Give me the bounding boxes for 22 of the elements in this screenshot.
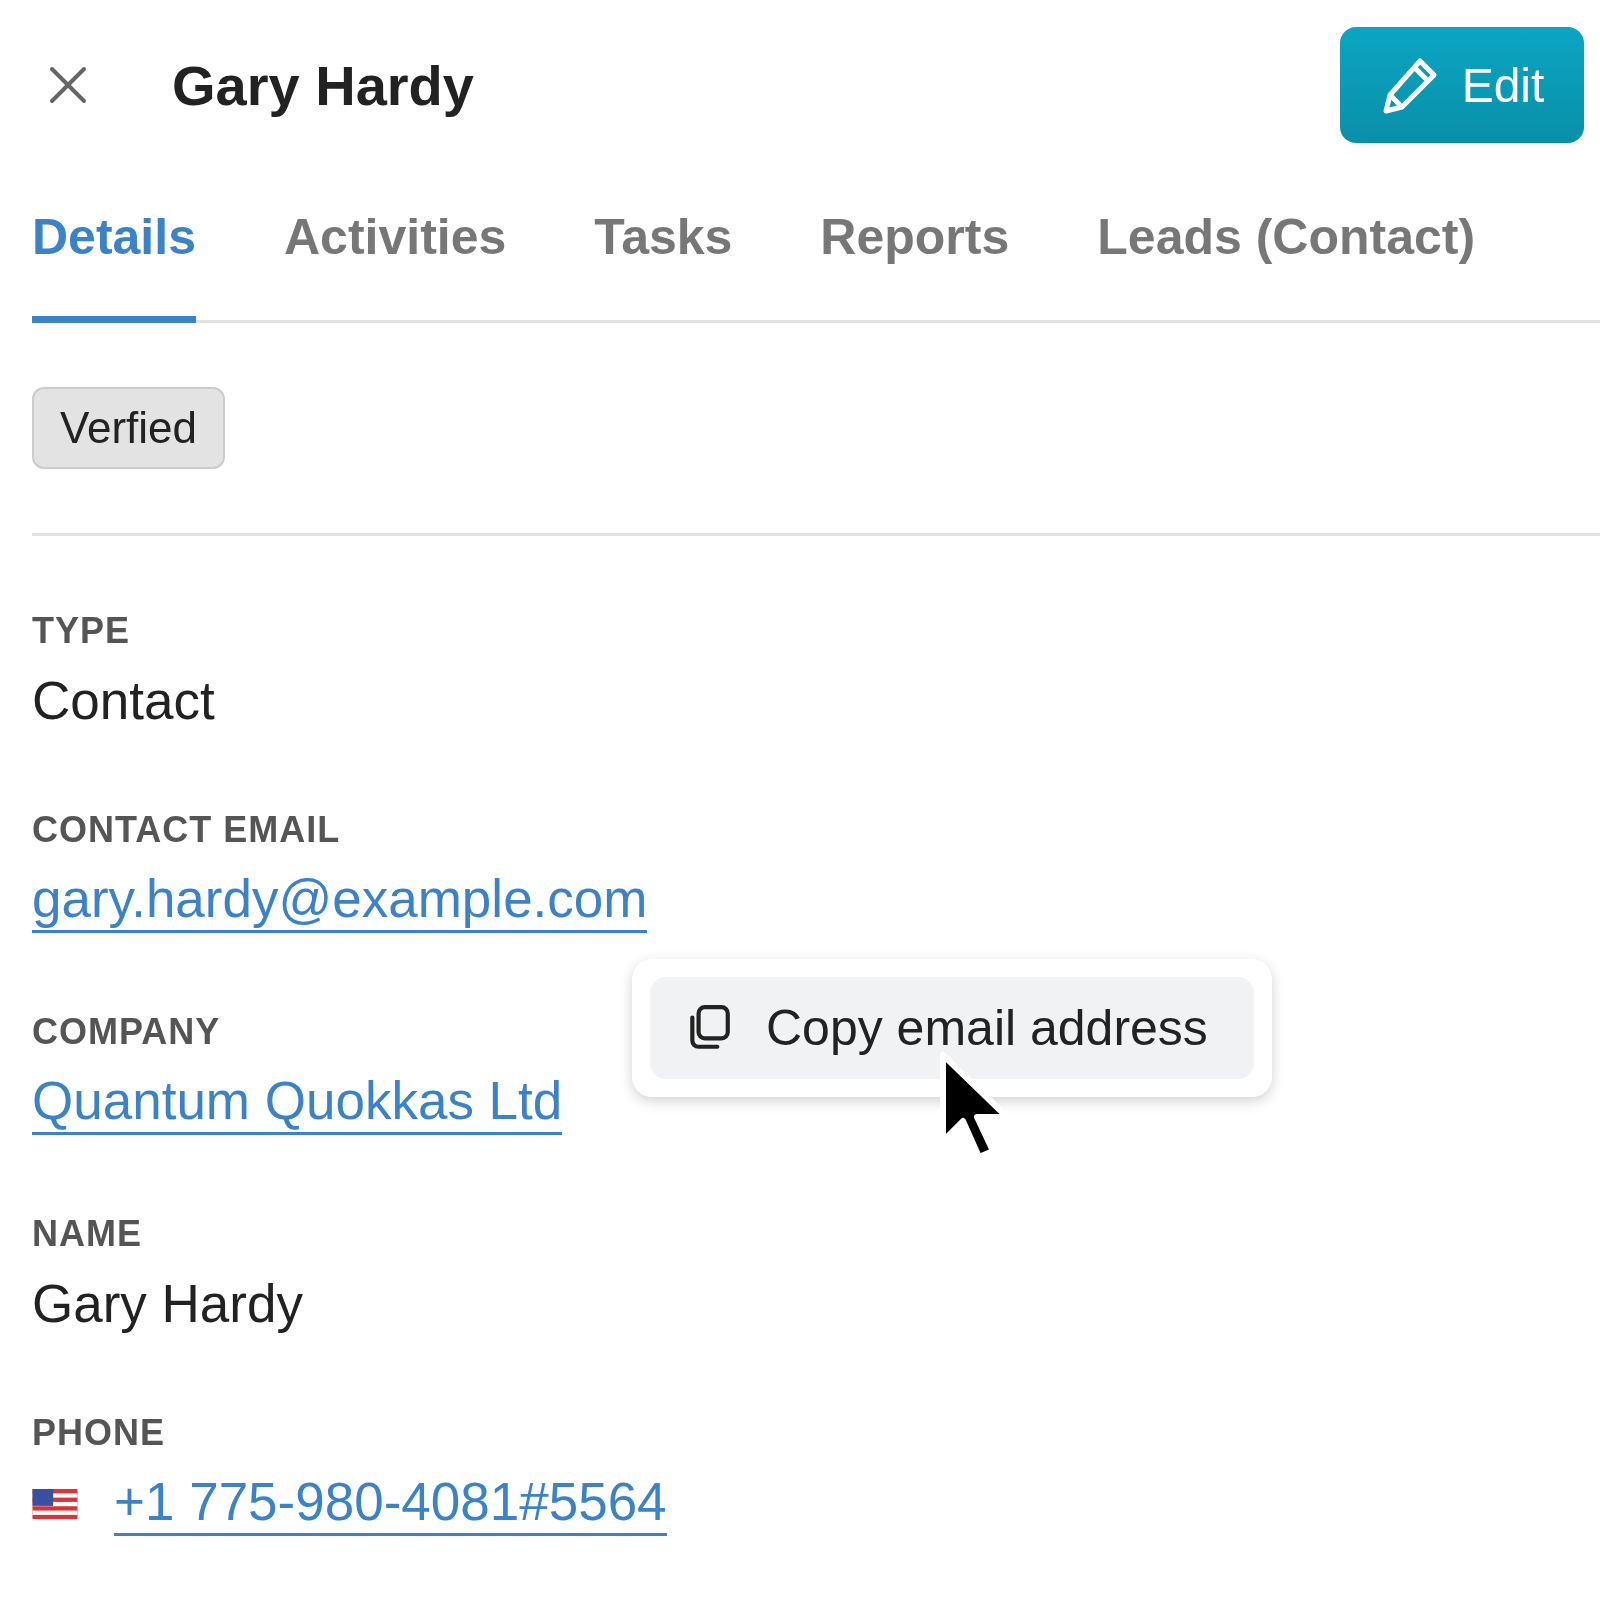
- field-label: CONTACT EMAIL: [32, 809, 341, 851]
- edit-button[interactable]: Edit: [1340, 27, 1584, 143]
- field-label: NAME: [32, 1212, 142, 1255]
- phone-link[interactable]: +1 775-980-4081#5564: [114, 1471, 667, 1536]
- verified-badge: Verfied: [32, 387, 225, 469]
- flag-icon: [32, 1488, 78, 1519]
- field-label: PHONE: [32, 1411, 166, 1454]
- tab[interactable]: Activities: [283, 170, 507, 323]
- tab[interactable]: Leads (Contact): [1097, 170, 1476, 323]
- close-icon[interactable]: [48, 65, 88, 105]
- field-label: COMPANY: [32, 1010, 221, 1053]
- tab[interactable]: Reports: [820, 170, 1010, 323]
- contact-name: Gary Hardy: [172, 52, 475, 118]
- field-value: Gary Hardy: [32, 1272, 303, 1334]
- copy-menu-item[interactable]: Copy email address: [650, 977, 1254, 1079]
- field-value: Contact: [32, 670, 215, 731]
- field-label: TYPE: [32, 610, 131, 652]
- tab[interactable]: Tasks: [594, 170, 733, 323]
- field-link[interactable]: gary.hardy@example.com: [32, 869, 648, 933]
- field-link[interactable]: Quantum Quokkas Ltd: [32, 1070, 563, 1135]
- menu-item-label: Copy email address: [766, 999, 1208, 1057]
- tab[interactable]: Details: [32, 170, 196, 323]
